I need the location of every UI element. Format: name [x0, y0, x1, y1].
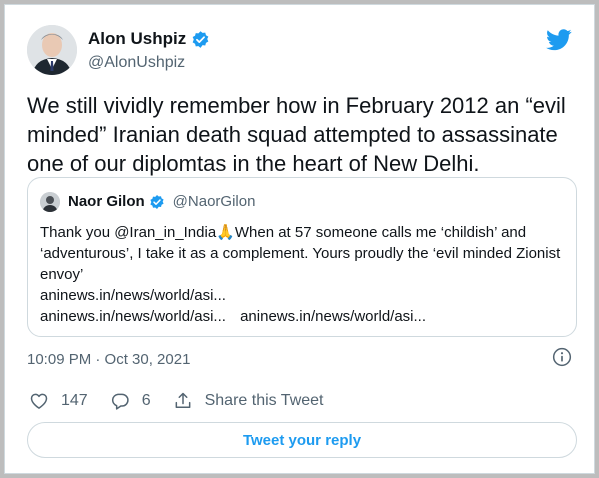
quoted-text-start: Thank you @Iran_in_India — [40, 224, 217, 241]
like-count: 147 — [61, 392, 88, 409]
folded-hands-emoji: 🙏 — [216, 224, 235, 241]
quoted-tweet-body: Thank you @Iran_in_India🙏When at 57 some… — [40, 222, 570, 327]
quoted-author-name[interactable]: Naor Gilon — [68, 193, 145, 210]
twitter-bird-icon[interactable] — [546, 29, 572, 51]
author-avatar[interactable] — [27, 25, 77, 75]
tweet-text: We still vividly remember how in Februar… — [27, 93, 566, 176]
quoted-link-row: aninews.in/news/world/asi... aninews.in/… — [40, 306, 570, 327]
quoted-tweet-text: Thank you @Iran_in_India🙏When at 57 some… — [40, 222, 570, 285]
quoted-link-1[interactable]: aninews.in/news/world/asi... — [40, 285, 570, 306]
author-name-text[interactable]: Alon Ushpiz — [88, 29, 186, 49]
verified-badge-icon — [150, 194, 164, 209]
share-action[interactable]: Share this Tweet — [173, 391, 324, 411]
author-name[interactable]: Alon Ushpiz — [88, 29, 210, 49]
quoted-author-handle[interactable]: @NaorGilon — [173, 193, 256, 210]
like-action[interactable]: 147 — [29, 391, 88, 411]
quoted-link-3[interactable]: aninews.in/news/world/asi... — [240, 308, 426, 325]
heart-icon[interactable] — [29, 391, 49, 411]
share-label[interactable]: Share this Tweet — [205, 392, 324, 410]
reply-bubble-icon[interactable] — [110, 391, 130, 411]
verified-badge-icon — [192, 30, 209, 48]
quoted-header: Naor Gilon @NaorGilon — [68, 193, 255, 210]
reply-action[interactable]: 6 — [110, 391, 151, 411]
tweet-card: Alon Ushpiz @AlonUshpiz We still vividly… — [4, 4, 595, 474]
quoted-link-2[interactable]: aninews.in/news/world/asi... — [40, 308, 226, 325]
quoted-author-avatar[interactable] — [40, 192, 60, 212]
info-icon[interactable] — [552, 347, 572, 367]
author-handle[interactable]: @AlonUshpiz — [88, 54, 185, 72]
tweet-actions: 147 6 Share this Tweet — [29, 391, 346, 411]
quoted-tweet[interactable]: Naor Gilon @NaorGilon Thank you @Iran_in… — [27, 177, 577, 337]
reply-count: 6 — [141, 392, 151, 409]
tweet-timestamp[interactable]: 10:09 PM · Oct 30, 2021 — [27, 351, 190, 368]
share-icon[interactable] — [173, 391, 193, 411]
tweet-your-reply-button[interactable]: Tweet your reply — [27, 422, 577, 458]
